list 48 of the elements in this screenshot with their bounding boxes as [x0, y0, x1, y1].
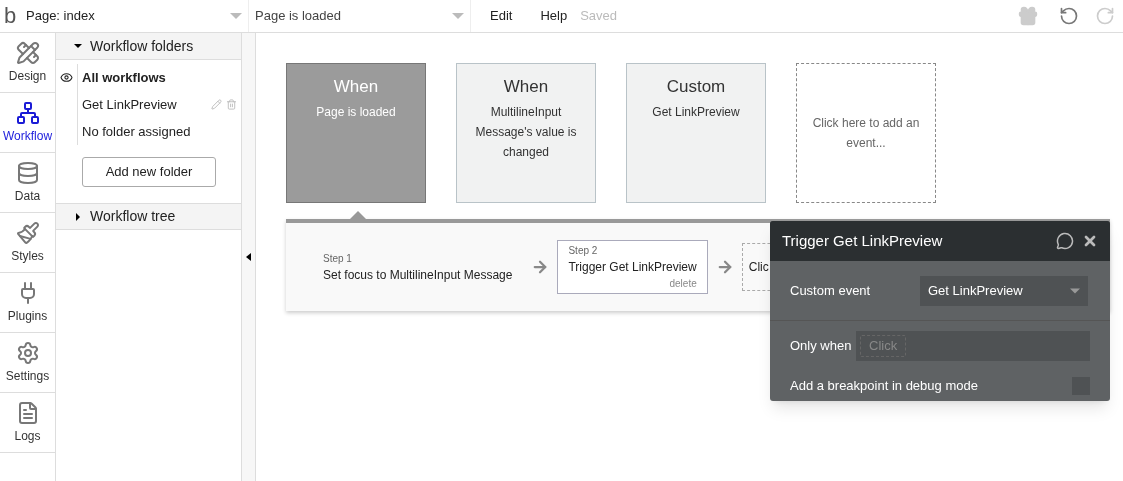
folders-header[interactable]: Workflow folders: [56, 33, 241, 60]
sitemap-icon: [15, 100, 40, 125]
save-status: Saved: [580, 7, 618, 26]
nav-item[interactable]: Data: [0, 153, 55, 213]
trash-icon[interactable]: [226, 99, 237, 110]
field-label: Custom event: [790, 281, 872, 300]
add-folder-button[interactable]: Add new folder: [82, 157, 216, 187]
field-label: Only when: [790, 337, 853, 356]
workflow-tree-header[interactable]: Workflow tree: [56, 203, 241, 230]
folder-item[interactable]: Get LinkPreview: [78, 91, 241, 118]
caret-icon: [230, 13, 242, 19]
redo-icon[interactable]: [1095, 6, 1115, 26]
event-dropdown[interactable]: Page is loaded: [249, 0, 471, 32]
collapse-icon[interactable]: [246, 253, 251, 261]
folder-item[interactable]: No folder assigned: [78, 118, 241, 145]
field-label: Add a breakpoint in debug mode: [790, 377, 979, 396]
nav-item[interactable]: Styles: [0, 213, 55, 273]
delete-link[interactable]: delete: [669, 276, 697, 291]
event-card[interactable]: When MultilineInput Message's value is changed: [456, 63, 596, 203]
event-card[interactable]: Custom Get LinkPreview: [626, 63, 766, 203]
pencil-icon[interactable]: [211, 99, 222, 110]
comment-icon[interactable]: [1056, 232, 1074, 250]
nav-item[interactable]: Workflow: [0, 93, 55, 153]
nav-item[interactable]: Logs: [0, 393, 55, 453]
close-icon[interactable]: [1082, 233, 1098, 249]
brush-icon: [15, 220, 40, 245]
nav-item[interactable]: Settings: [0, 333, 55, 393]
settings-icon: [15, 340, 40, 365]
database-icon: [15, 160, 40, 185]
step-card[interactable]: Step 2 Trigger Get LinkPreview delete: [557, 240, 708, 294]
menu-item[interactable]: Edit: [481, 6, 522, 26]
nav-item[interactable]: Plugins: [0, 273, 55, 333]
pencil-ruler-icon: [15, 40, 40, 65]
gift-icon[interactable]: [1017, 5, 1039, 27]
nav-item[interactable]: Design: [0, 33, 55, 93]
caret-icon: [74, 212, 82, 221]
add-event-button[interactable]: Click here to add an event...: [796, 63, 936, 203]
caret-icon: [1070, 287, 1080, 294]
caret-icon: [74, 42, 82, 50]
logo[interactable]: b: [0, 5, 20, 27]
page-dropdown[interactable]: Page: index: [20, 0, 249, 32]
step-card[interactable]: Step 1 Set focus to MultilineInput Message: [312, 247, 524, 287]
folder-item[interactable]: All workflows: [78, 64, 241, 91]
caret-icon: [452, 13, 464, 19]
popup-title: Trigger Get LinkPreview: [782, 230, 944, 251]
menu-item[interactable]: Help: [531, 6, 577, 26]
custom-event-dropdown[interactable]: Get LinkPreview: [920, 275, 1088, 306]
undo-icon[interactable]: [1059, 6, 1079, 26]
